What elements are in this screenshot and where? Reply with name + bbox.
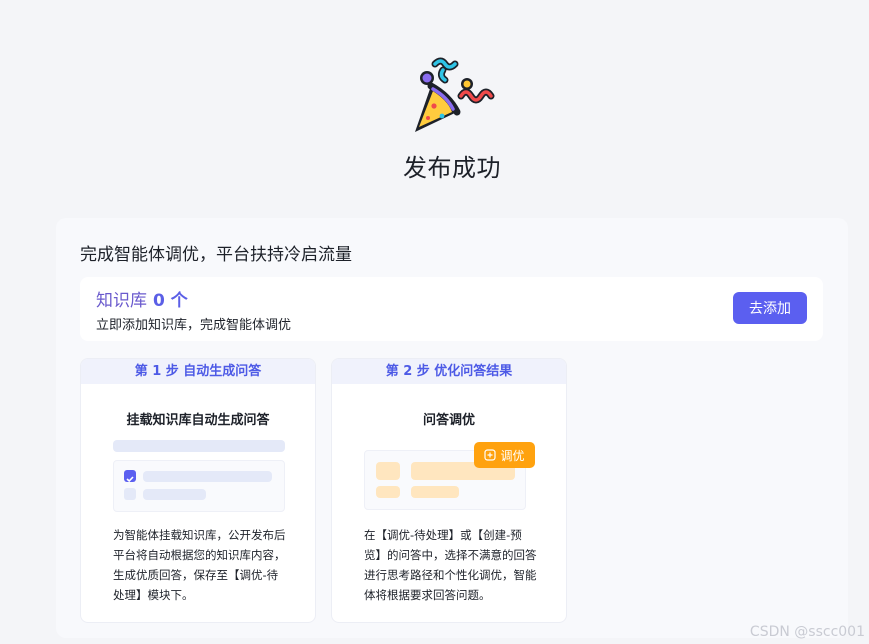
knowledge-base-description: 立即添加知识库，完成智能体调优 bbox=[96, 318, 292, 333]
success-hero: 发布成功 bbox=[0, 0, 869, 200]
tune-badge: 调优 bbox=[474, 442, 535, 468]
page-title: 发布成功 bbox=[403, 154, 501, 182]
tuning-panel: 完成智能体调优，平台扶持冷启流量 知识库 0 个 立即添加知识库，完成智能体调优 … bbox=[56, 218, 848, 638]
illustration-bar bbox=[376, 486, 400, 498]
knowledge-base-title: 知识库 0 个 bbox=[96, 286, 188, 311]
illustration-bar bbox=[376, 462, 400, 480]
illustration-bar bbox=[143, 489, 206, 500]
checkbox-checked-icon bbox=[124, 470, 136, 483]
step-description: 在【调优-待处理】或【创建-预览】的问答中，选择不满意的回答进行思考路径和个性化… bbox=[364, 528, 537, 602]
step-header: 第 1 步 自动生成问答 bbox=[81, 359, 315, 384]
illustration-bar bbox=[143, 471, 272, 482]
tune-badge-label: 调优 bbox=[500, 448, 525, 463]
panel-title: 完成智能体调优，平台扶持冷启流量 bbox=[80, 245, 352, 265]
illustration-bar bbox=[113, 440, 285, 452]
knowledge-base-card: 知识库 0 个 立即添加知识库，完成智能体调优 去添加 bbox=[80, 277, 823, 341]
watermark: CSDN @sscc001 bbox=[749, 624, 865, 640]
step-heading: 挂载知识库自动生成问答 bbox=[126, 413, 270, 428]
step-card-2: 第 2 步 优化问答结果 问答调优 调优 在【调优-待处理】或【创建-预览】的问… bbox=[331, 358, 567, 623]
step-heading: 问答调优 bbox=[422, 413, 475, 428]
illustration-bar bbox=[411, 486, 459, 498]
step-description: 为智能体挂载知识库，公开发布后平台将自动根据您的知识库内容，生成优质回答，保存至… bbox=[113, 528, 286, 602]
knowledge-base-count: 0 个 bbox=[153, 291, 188, 311]
party-popper-icon bbox=[415, 57, 495, 132]
add-knowledge-base-button[interactable]: 去添加 bbox=[733, 292, 807, 324]
checkbox-unchecked-icon bbox=[124, 488, 136, 500]
step-header: 第 2 步 优化问答结果 bbox=[332, 359, 566, 384]
illustration-list-box bbox=[113, 460, 285, 512]
knowledge-base-label: 知识库 bbox=[96, 291, 147, 311]
plus-square-icon bbox=[484, 449, 497, 461]
step-card-1: 第 1 步 自动生成问答 挂载知识库自动生成问答 为智能体挂载知识库，公开发布后… bbox=[80, 358, 316, 623]
auto-qa-illustration bbox=[113, 440, 285, 512]
